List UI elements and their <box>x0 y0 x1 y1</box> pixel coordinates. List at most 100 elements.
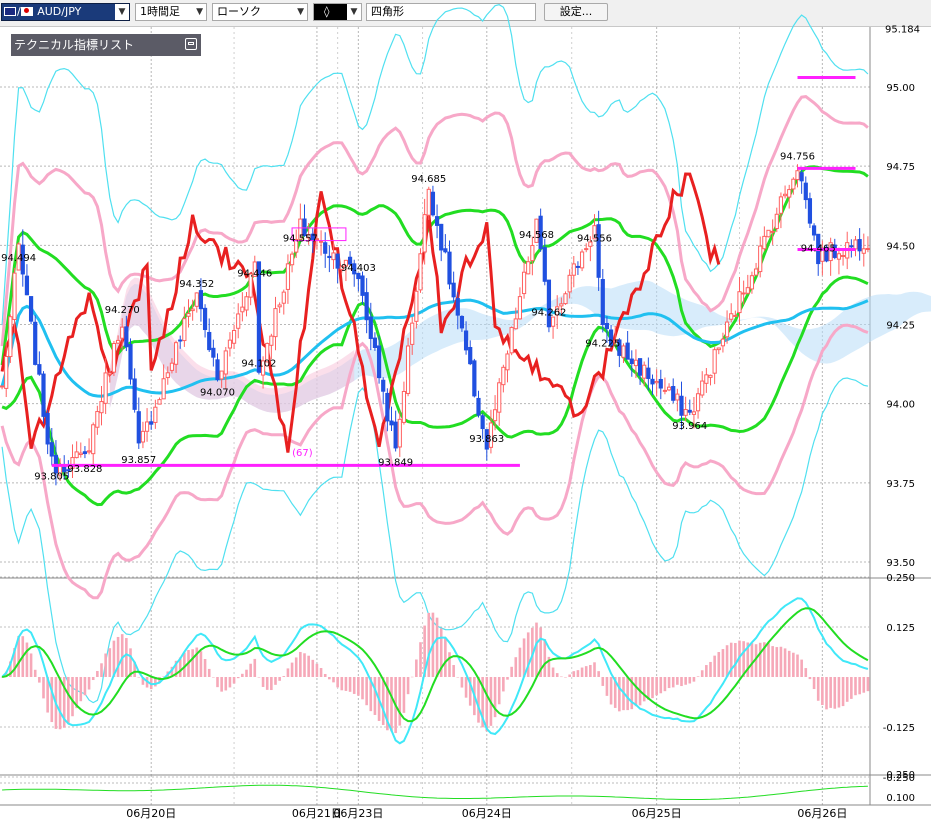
macd-histogram-bar <box>365 677 368 706</box>
candle-body <box>567 274 572 293</box>
price-label: 94.685 <box>411 174 446 185</box>
macd-histogram-bar <box>191 649 194 677</box>
candle-body <box>153 406 158 423</box>
price-label: 93.857 <box>121 455 156 466</box>
candle-body <box>791 178 796 190</box>
macd-histogram-bar <box>282 676 286 677</box>
macd-histogram-bar <box>560 676 563 678</box>
candle-body <box>426 188 431 216</box>
candle-body <box>231 329 237 344</box>
candle-body <box>107 372 112 375</box>
macd-histogram-bar <box>79 677 83 702</box>
macd-histogram-bar <box>444 638 447 677</box>
macd-histogram-bar <box>340 677 344 691</box>
candle-body <box>513 318 518 330</box>
macd-histogram-bar <box>717 652 721 677</box>
y-tick-label: 94.25 <box>886 321 915 332</box>
candle-body <box>700 380 705 396</box>
macd-histogram-bar <box>323 673 327 677</box>
macd-histogram-bar <box>833 677 837 709</box>
macd-histogram-bar <box>381 677 385 725</box>
macd-histogram-bar <box>655 677 658 696</box>
candle-body <box>774 213 779 230</box>
macd-histogram-bar <box>42 677 45 699</box>
macd-histogram-bar <box>555 673 559 677</box>
macd-histogram-bar <box>829 677 832 708</box>
candle-body <box>173 342 179 365</box>
candle-body <box>8 316 13 358</box>
candle-body <box>476 397 481 416</box>
macd-histogram-bar <box>506 677 509 680</box>
macd-histogram-bar <box>866 677 870 692</box>
macd-histogram-bar <box>311 659 315 677</box>
macd-histogram-bar <box>605 677 609 696</box>
price-label: 94.568 <box>519 230 554 241</box>
candle-body <box>120 326 125 339</box>
candle-body <box>124 326 129 348</box>
y-tick-label: 93.50 <box>886 558 915 569</box>
candle-body <box>691 411 697 415</box>
restore-icon[interactable] <box>185 38 197 50</box>
macd-histogram-bar <box>91 677 95 681</box>
candle-body <box>140 430 146 443</box>
candle-body <box>111 343 117 373</box>
macd-histogram-bar <box>137 677 141 678</box>
indicator-list-panel[interactable]: テクニカル指標リスト <box>11 34 201 56</box>
candle-body <box>836 253 842 260</box>
candle-body <box>679 395 684 416</box>
macd-histogram-bar <box>108 648 112 677</box>
macd-histogram-bar <box>688 677 692 684</box>
macd-histogram-bar <box>104 653 107 677</box>
candle-body <box>381 379 386 392</box>
candle-body <box>807 198 813 224</box>
candle-body <box>501 366 506 386</box>
macd-histogram-bar <box>787 650 791 677</box>
macd-histogram-bar <box>804 668 808 677</box>
candle-body <box>157 399 162 405</box>
candle-body <box>811 225 817 236</box>
candle-body <box>161 378 166 400</box>
candle-body <box>799 172 804 182</box>
price-label: 94.352 <box>179 279 214 290</box>
macd-histogram-bar <box>800 659 803 677</box>
candle-body <box>401 390 407 423</box>
macd-histogram-bar <box>705 665 708 677</box>
candle-body <box>737 291 742 314</box>
candle-body <box>385 392 390 422</box>
macd-histogram-bar <box>87 677 91 690</box>
candle-body <box>683 409 688 416</box>
macd-histogram-bar <box>841 677 845 707</box>
macd-histogram-bar <box>278 677 281 681</box>
macd-histogram-bar <box>858 677 861 695</box>
macd-histogram-bar <box>448 652 451 677</box>
candle-body <box>716 347 721 351</box>
macd-histogram-bar <box>257 677 261 678</box>
price-label: 94.102 <box>241 358 276 369</box>
macd-histogram-bar <box>274 677 277 685</box>
candle-body <box>335 253 340 269</box>
macd-histogram-bar <box>783 648 787 677</box>
candle-body <box>240 306 245 313</box>
y-tick-label: 94.00 <box>886 400 915 411</box>
candle-body <box>803 182 808 201</box>
macd-histogram-bar <box>692 677 696 682</box>
candle-body <box>95 411 100 428</box>
price-label: 94.556 <box>577 234 612 245</box>
macd-histogram-bar <box>779 646 783 677</box>
chart-canvas[interactable]: (67) 94.494 93.80593.828 94.270 93.857 94.35… <box>0 0 931 822</box>
macd-histogram-bar <box>522 638 526 677</box>
macd-histogram-bar <box>125 638 128 677</box>
macd-histogram-bar <box>676 677 679 685</box>
macd-histogram-bar <box>357 677 360 696</box>
candle-body <box>724 321 730 338</box>
macd-histogram-bar <box>348 677 352 692</box>
candle-body <box>766 229 771 238</box>
macd-histogram-bar <box>713 655 716 677</box>
macd-histogram-bar <box>456 677 460 678</box>
macd-histogram-bar <box>618 677 621 712</box>
macd-histogram-bar <box>315 663 319 677</box>
macd-y-tick-label: 0.250 <box>886 573 915 584</box>
candle-body <box>331 252 336 261</box>
candle-body <box>778 196 784 214</box>
macd-histogram-bar <box>307 655 310 677</box>
